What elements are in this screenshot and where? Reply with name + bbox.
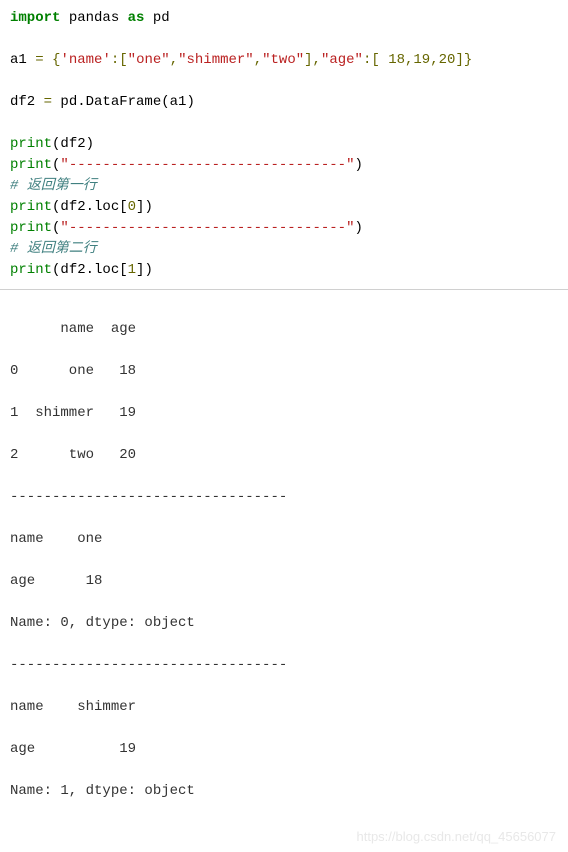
- output-line: name one: [10, 529, 558, 550]
- output-line: ---------------------------------: [10, 655, 558, 676]
- output-cell: name age 0 one 18 1 shimmer 19 2 two 20 …: [0, 290, 568, 852]
- code-line-1: import pandas as pd: [10, 8, 558, 29]
- code-line-5: df2 = pd.DataFrame(a1): [10, 92, 558, 113]
- output-line: 1 shimmer 19: [10, 403, 558, 424]
- code-line-12: # 返回第二行: [10, 239, 558, 260]
- blank-line: [10, 71, 558, 92]
- code-line-8: print("---------------------------------…: [10, 155, 558, 176]
- code-cell: import pandas as pd a1 = {'name':["one",…: [0, 0, 568, 290]
- alias: pd: [144, 10, 169, 26]
- output-line: ---------------------------------: [10, 487, 558, 508]
- output-line: age 19: [10, 739, 558, 760]
- keyword-import: import: [10, 10, 60, 26]
- output-line: name age: [10, 319, 558, 340]
- code-line-3: a1 = {'name':["one","shimmer","two"],"ag…: [10, 50, 558, 71]
- output-line: name shimmer: [10, 697, 558, 718]
- code-line-9: # 返回第一行: [10, 176, 558, 197]
- output-line: Name: 1, dtype: object: [10, 781, 558, 802]
- watermark-text: https://blog.csdn.net/qq_45656077: [357, 827, 557, 847]
- output-line: 0 one 18: [10, 361, 558, 382]
- blank-line: [10, 113, 558, 134]
- code-line-7: print(df2): [10, 134, 558, 155]
- output-line: Name: 0, dtype: object: [10, 613, 558, 634]
- output-line: age 18: [10, 571, 558, 592]
- code-line-11: print("---------------------------------…: [10, 218, 558, 239]
- keyword-as: as: [128, 10, 145, 26]
- module-name: pandas: [60, 10, 127, 26]
- output-line: 2 two 20: [10, 445, 558, 466]
- blank-line: [10, 29, 558, 50]
- code-line-13: print(df2.loc[1]): [10, 260, 558, 281]
- code-line-10: print(df2.loc[0]): [10, 197, 558, 218]
